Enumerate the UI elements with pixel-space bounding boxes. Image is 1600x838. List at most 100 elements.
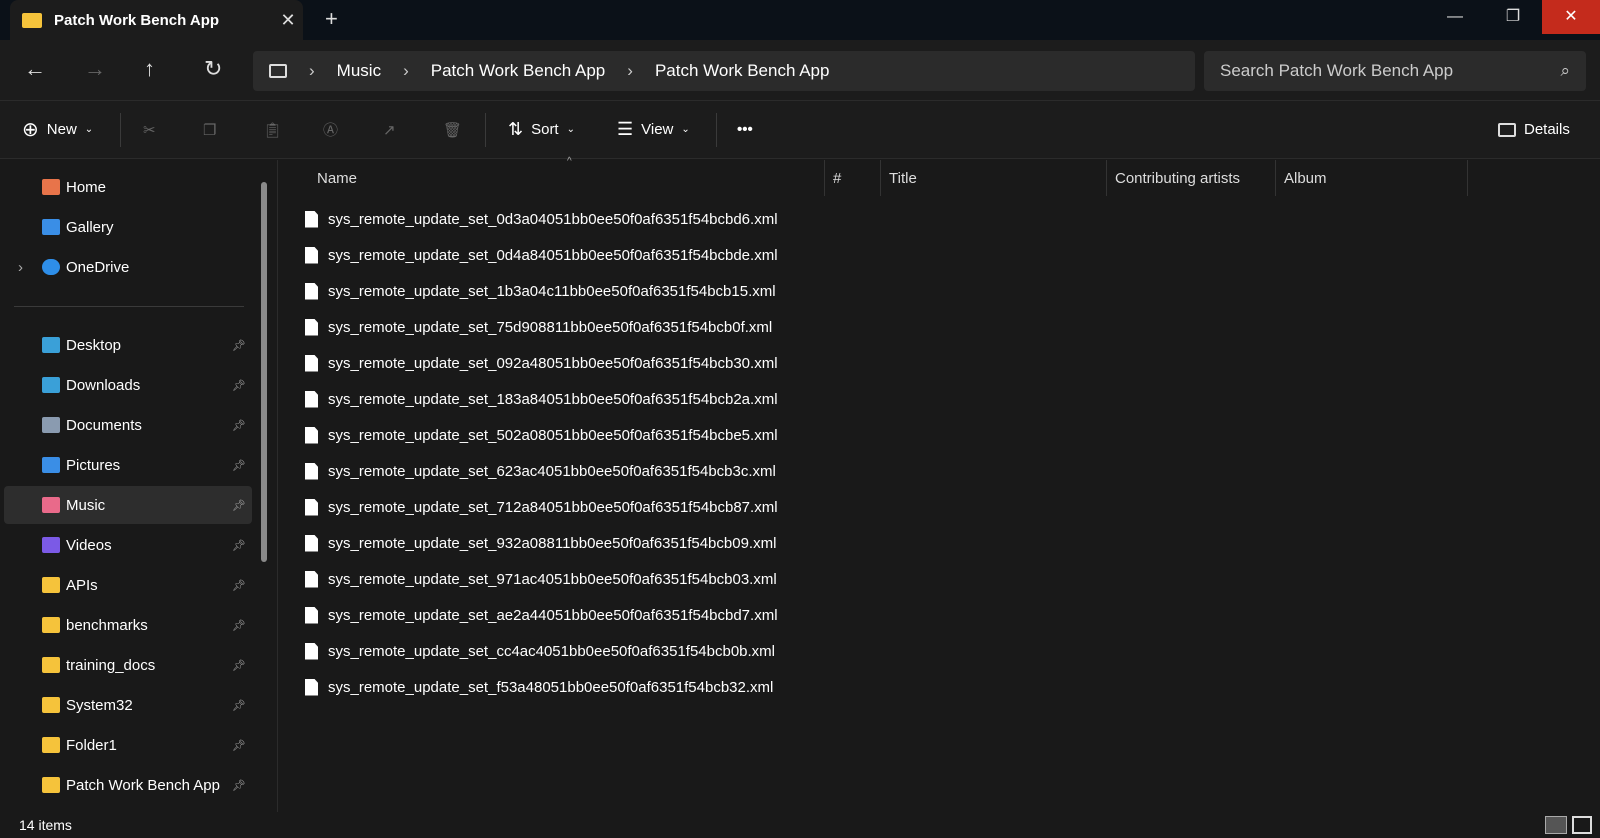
breadcrumb-current[interactable]: Patch Work Bench App — [655, 61, 830, 81]
file-row[interactable]: sys_remote_update_set_f53a48051bb0ee50f0… — [305, 671, 773, 703]
breadcrumb-music[interactable]: Music — [337, 61, 381, 81]
file-icon — [305, 390, 318, 408]
sidebar-label: System32 — [66, 696, 133, 714]
details-view-icon[interactable] — [1545, 816, 1567, 834]
breadcrumb[interactable]: › Music › Patch Work Bench App › Patch W… — [253, 51, 1195, 91]
minimize-button[interactable]: — — [1426, 0, 1484, 34]
pin-icon[interactable]: 📌︎ — [232, 459, 246, 472]
pin-icon[interactable]: 📌︎ — [232, 659, 246, 672]
folder-icon — [22, 12, 42, 28]
search-placeholder: Search Patch Work Bench App — [1220, 61, 1454, 80]
sidebar-item-folder1[interactable]: Folder1 📌︎ — [4, 726, 252, 764]
share-icon[interactable]: ↗ — [383, 121, 396, 139]
column-title[interactable]: Title — [889, 170, 917, 187]
sort-button[interactable]: ⇅ Sort ⌄ — [508, 119, 575, 140]
scrollbar[interactable] — [261, 182, 267, 562]
new-tab-button[interactable]: + — [325, 6, 338, 32]
home-icon — [42, 179, 60, 195]
folder-icon — [42, 657, 60, 673]
pin-icon[interactable]: 📌︎ — [232, 539, 246, 552]
chevron-right-icon[interactable]: › — [18, 259, 23, 276]
new-button[interactable]: ⊕ New ⌄ — [22, 117, 93, 142]
sidebar-label: training_docs — [66, 656, 156, 674]
pin-icon[interactable]: 📌︎ — [232, 739, 246, 752]
breadcrumb-patch-work-bench-app[interactable]: Patch Work Bench App — [431, 61, 606, 81]
more-options-button[interactable]: ••• — [737, 121, 753, 138]
sidebar-item-documents[interactable]: Documents 📌︎ — [4, 406, 252, 444]
sidebar-item-music[interactable]: Music 📌︎ — [4, 486, 252, 524]
folder-icon — [42, 777, 60, 793]
sidebar-item-home[interactable]: Home — [4, 168, 252, 206]
file-row[interactable]: sys_remote_update_set_712a84051bb0ee50f0… — [305, 491, 778, 523]
sidebar-label: APIs — [66, 576, 98, 594]
column-contributing-artists[interactable]: Contributing artists — [1115, 170, 1240, 187]
pin-icon[interactable]: 📌︎ — [232, 339, 246, 352]
sidebar-item-training-docs[interactable]: training_docs 📌︎ — [4, 646, 252, 684]
pin-icon[interactable]: 📌︎ — [232, 379, 246, 392]
sidebar-item-apis[interactable]: APIs 📌︎ — [4, 566, 252, 604]
file-list: Name ^ # Title Contributing artists Albu… — [279, 156, 1600, 812]
restore-button[interactable]: ❐ — [1484, 0, 1542, 34]
sidebar-item-desktop[interactable]: Desktop 📌︎ — [4, 326, 252, 364]
pin-icon[interactable]: 📌︎ — [232, 779, 246, 792]
file-row[interactable]: sys_remote_update_set_1b3a04c11bb0ee50f0… — [305, 275, 776, 307]
chevron-down-icon: ⌄ — [566, 124, 575, 135]
file-row[interactable]: sys_remote_update_set_623ac4051bb0ee50f0… — [305, 455, 776, 487]
file-row[interactable]: sys_remote_update_set_183a84051bb0ee50f0… — [305, 383, 778, 415]
status-bar: 14 items — [0, 812, 1600, 838]
column-headers: Name ^ # Title Contributing artists Albu… — [279, 156, 1600, 196]
file-row[interactable]: sys_remote_update_set_ae2a44051bb0ee50f0… — [305, 599, 778, 631]
file-name: sys_remote_update_set_712a84051bb0ee50f0… — [328, 498, 778, 516]
close-window-button[interactable]: ✕ — [1542, 0, 1600, 34]
file-icon — [305, 282, 318, 300]
pin-icon[interactable]: 📌︎ — [232, 499, 246, 512]
column-album[interactable]: Album — [1284, 170, 1327, 187]
sidebar-item-downloads[interactable]: Downloads 📌︎ — [4, 366, 252, 404]
sidebar-item-onedrive[interactable]: › OneDrive — [4, 248, 252, 286]
sidebar-item-patch-work-bench-app[interactable]: Patch Work Bench App 📌︎ — [4, 766, 252, 804]
up-button[interactable]: ↑ — [144, 56, 155, 82]
tab-patch-work-bench-app[interactable]: Patch Work Bench App ✕ — [10, 0, 303, 40]
copy-icon[interactable]: ❐ — [203, 121, 216, 139]
search-input[interactable]: Search Patch Work Bench App ⌕ — [1204, 51, 1586, 91]
delete-icon[interactable]: 🗑︎ — [443, 121, 462, 139]
file-row[interactable]: sys_remote_update_set_092a48051bb0ee50f0… — [305, 347, 778, 379]
sidebar-item-system32[interactable]: System32 📌︎ — [4, 686, 252, 724]
column-number[interactable]: # — [833, 170, 841, 187]
column-name[interactable]: Name — [317, 170, 357, 187]
file-icon — [305, 210, 318, 228]
file-row[interactable]: sys_remote_update_set_cc4ac4051bb0ee50f0… — [305, 635, 775, 667]
rename-icon[interactable]: Ⓐ — [323, 119, 338, 140]
gallery-icon — [42, 219, 60, 235]
chevron-right-icon: › — [627, 61, 633, 80]
file-row[interactable]: sys_remote_update_set_502a08051bb0ee50f0… — [305, 419, 778, 451]
back-button[interactable]: ← — [24, 56, 46, 82]
pin-icon[interactable]: 📌︎ — [232, 619, 246, 632]
forward-button[interactable]: → — [84, 56, 106, 82]
tiles-view-icon[interactable] — [1572, 816, 1592, 834]
folder-icon — [42, 577, 60, 593]
sidebar-item-benchmarks[interactable]: benchmarks 📌︎ — [4, 606, 252, 644]
view-button[interactable]: ☰ View ⌄ — [617, 119, 690, 140]
pin-icon[interactable]: 📌︎ — [232, 419, 246, 432]
file-row[interactable]: sys_remote_update_set_932a08811bb0ee50f0… — [305, 527, 776, 559]
pin-icon[interactable]: 📌︎ — [232, 699, 246, 712]
file-row[interactable]: sys_remote_update_set_971ac4051bb0ee50f0… — [305, 563, 777, 595]
file-row[interactable]: sys_remote_update_set_0d4a84051bb0ee50f0… — [305, 239, 778, 271]
cut-icon[interactable]: ✂ — [143, 121, 156, 139]
pin-icon[interactable]: 📌︎ — [232, 579, 246, 592]
sidebar-item-videos[interactable]: Videos 📌︎ — [4, 526, 252, 564]
close-tab-button[interactable]: ✕ — [273, 10, 303, 31]
refresh-button[interactable]: ↻ — [204, 56, 222, 82]
file-row[interactable]: sys_remote_update_set_0d3a04051bb0ee50f0… — [305, 203, 778, 235]
paste-icon[interactable]: 📋︎ — [263, 121, 282, 139]
sidebar-item-pictures[interactable]: Pictures 📌︎ — [4, 446, 252, 484]
sidebar-item-gallery[interactable]: Gallery — [4, 208, 252, 246]
file-row[interactable]: sys_remote_update_set_75d908811bb0ee50f0… — [305, 311, 772, 343]
file-name: sys_remote_update_set_75d908811bb0ee50f0… — [328, 318, 773, 336]
file-name: sys_remote_update_set_f53a48051bb0ee50f0… — [328, 678, 774, 696]
folder-icon — [42, 337, 60, 353]
item-count: 14 items — [19, 817, 72, 833]
details-button[interactable]: Details — [1498, 121, 1570, 138]
folder-icon — [42, 377, 60, 393]
